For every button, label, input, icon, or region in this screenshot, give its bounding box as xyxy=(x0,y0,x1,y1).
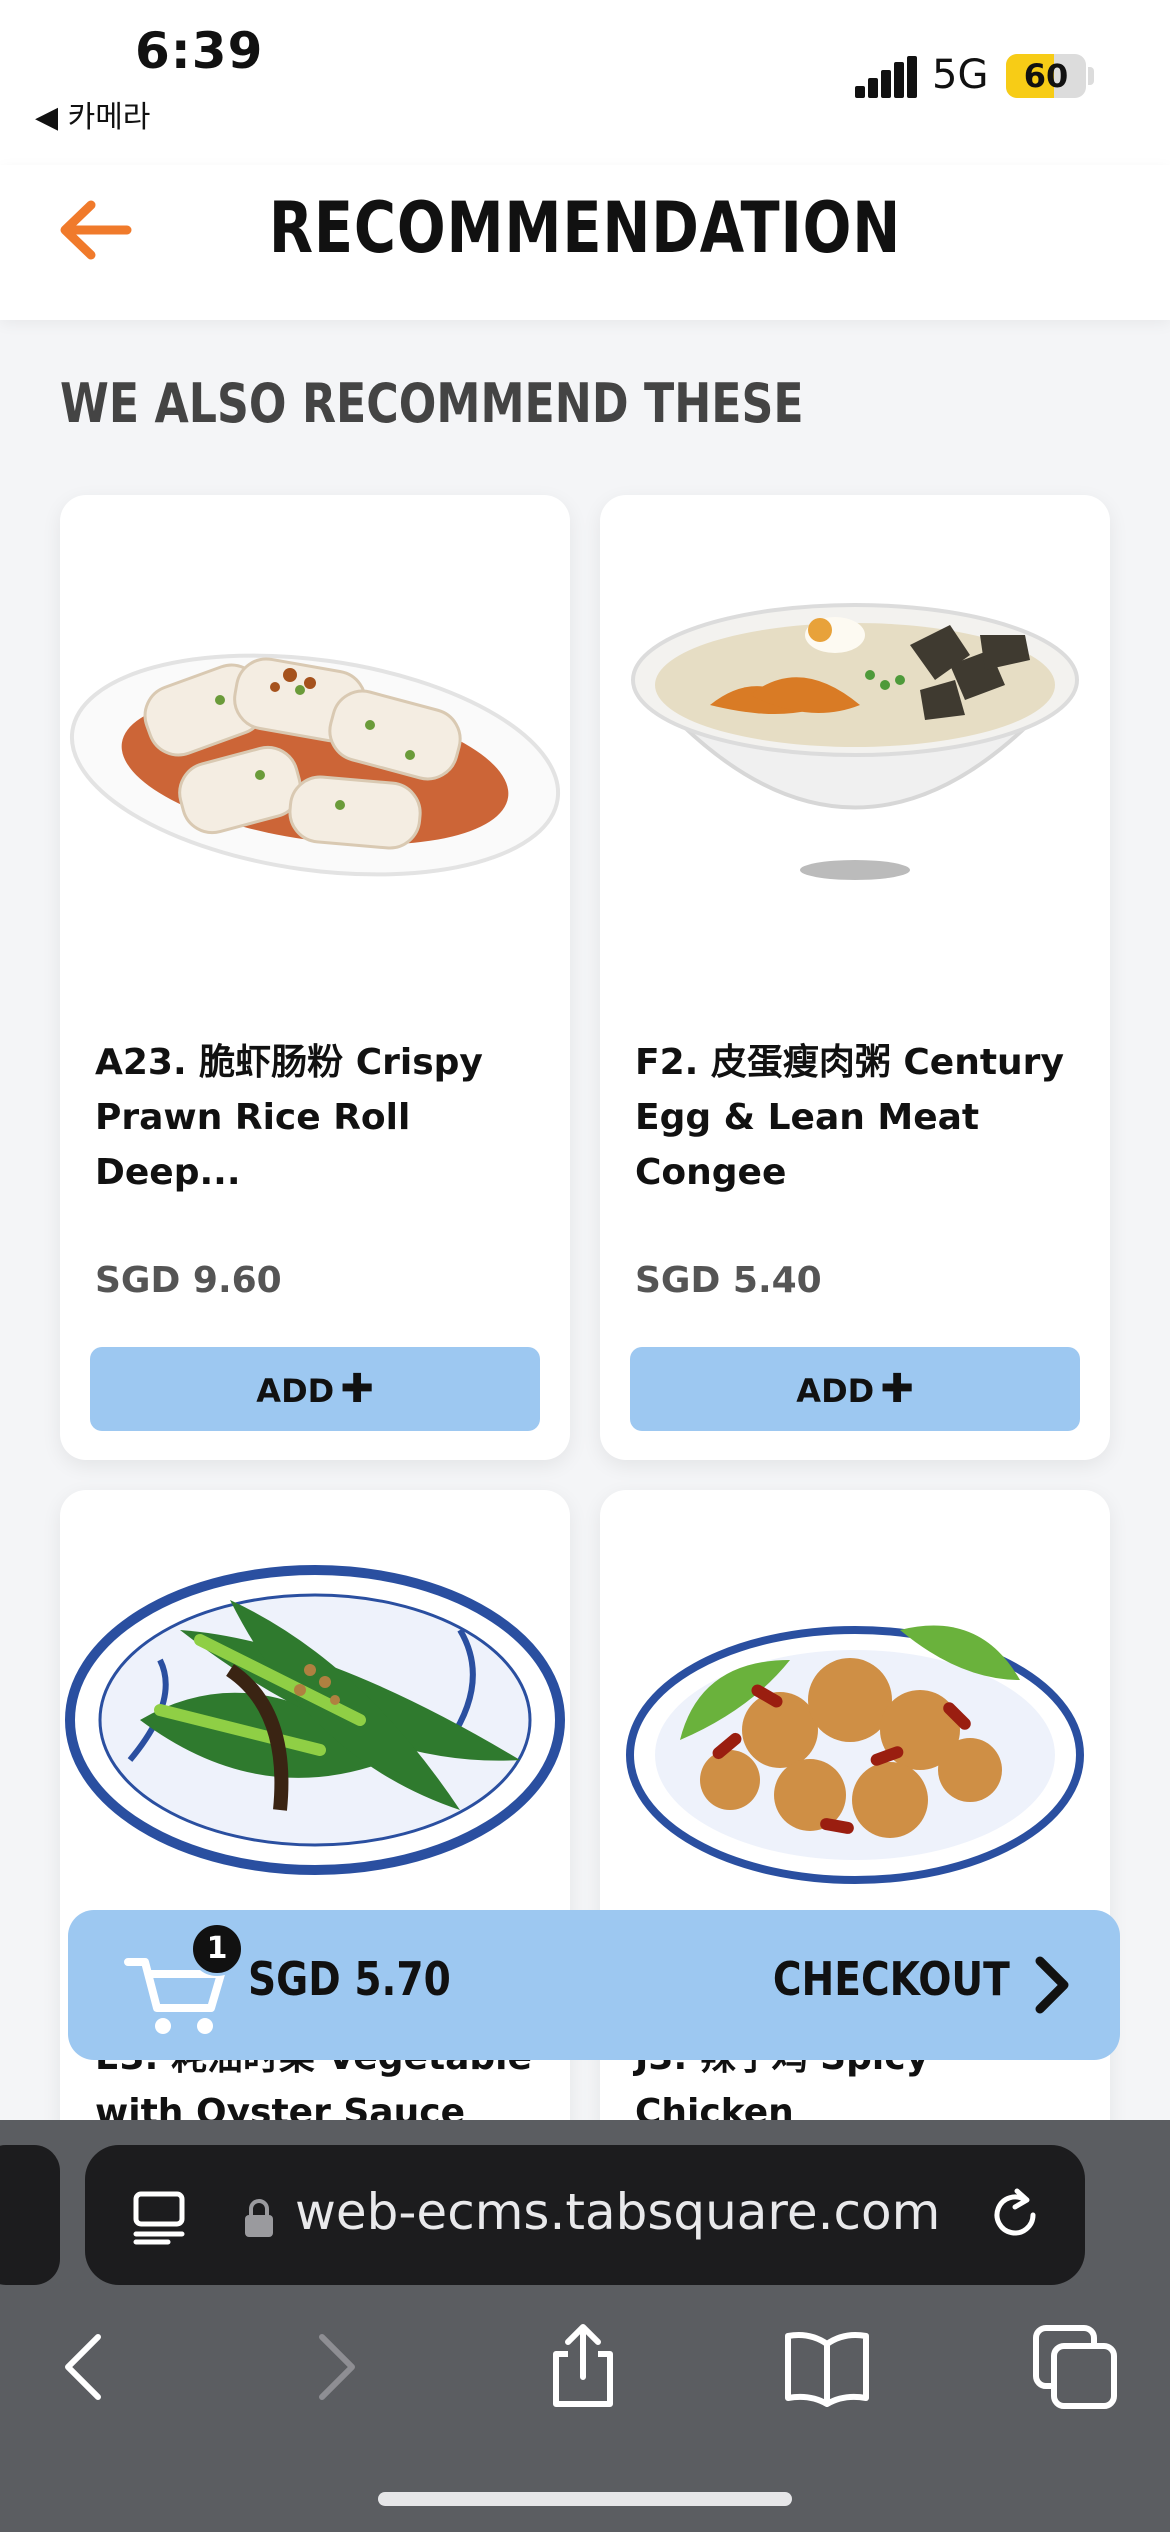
cart-count-badge: 1 xyxy=(190,1922,244,1976)
reader-icon[interactable] xyxy=(130,2190,190,2245)
battery-tip xyxy=(1088,67,1094,85)
product-name[interactable]: F2. 皮蛋瘦肉粥 Century Egg & Lean Meat Congee xyxy=(635,1035,1085,1200)
product-card[interactable]: E3. 耗油时菜 Vegetable with Oyster Sauce xyxy=(60,1490,570,2190)
checkout-bar[interactable]: 1 SGD 5.70 CHECKOUT xyxy=(68,1910,1120,2060)
back-icon[interactable] xyxy=(40,2322,130,2412)
page-title: RECOMMENDATION xyxy=(268,187,902,269)
checkout-button[interactable]: CHECKOUT xyxy=(773,1952,1010,2006)
section-title: WE ALSO RECOMMEND THESE xyxy=(60,372,804,435)
cart-total: SGD 5.70 xyxy=(248,1952,451,2006)
forward-icon[interactable] xyxy=(290,2322,380,2412)
tabs-icon[interactable] xyxy=(1030,2322,1120,2412)
status-time: 6:39 xyxy=(135,22,264,80)
product-card[interactable]: F2. 皮蛋瘦肉粥 Century Egg & Lean Meat Congee… xyxy=(600,495,1110,1460)
signal-icon xyxy=(855,56,917,98)
product-card[interactable]: A23. 脆虾肠粉 Crispy Prawn Rice Roll Deep...… xyxy=(60,495,570,1460)
home-indicator[interactable] xyxy=(378,2492,792,2506)
battery-level: 60 xyxy=(1023,57,1069,95)
product-image-spicy-chicken xyxy=(626,1625,1084,1884)
product-image-rice-roll xyxy=(69,653,561,877)
lock-icon xyxy=(245,2199,273,2237)
status-bar: 6:39 ◀ 카메라 5G 60 xyxy=(0,0,1170,165)
plus-icon: ✚ xyxy=(340,1366,374,1412)
product-price: SGD 5.40 xyxy=(635,1260,822,1301)
bookmarks-icon[interactable] xyxy=(782,2322,872,2412)
previous-tab-preview[interactable] xyxy=(0,2145,60,2285)
back-to-camera-link[interactable]: ◀ 카메라 xyxy=(35,92,150,136)
share-icon[interactable] xyxy=(538,2322,628,2412)
plus-icon: ✚ xyxy=(880,1366,914,1412)
product-price: SGD 9.60 xyxy=(95,1260,282,1301)
battery-icon: 60 xyxy=(1006,54,1086,98)
app-header: RECOMMENDATION xyxy=(0,165,1170,320)
network-label: 5G xyxy=(932,52,989,98)
product-image-vegetable xyxy=(65,1565,565,1875)
add-button[interactable]: ADD ✚ xyxy=(630,1347,1080,1431)
product-image-congee xyxy=(631,603,1079,880)
chevron-right-icon[interactable] xyxy=(1032,1955,1072,2015)
add-button-label: ADD xyxy=(256,1372,335,1410)
browser-toolbar: web-ecms.tabsquare.com xyxy=(0,2120,1170,2532)
add-button-label: ADD xyxy=(796,1372,875,1410)
add-button[interactable]: ADD ✚ xyxy=(90,1347,540,1431)
address-bar[interactable]: web-ecms.tabsquare.com xyxy=(85,2145,1085,2285)
product-name[interactable]: A23. 脆虾肠粉 Crispy Prawn Rice Roll Deep... xyxy=(95,1035,545,1200)
reload-icon[interactable] xyxy=(985,2185,1045,2245)
url-text[interactable]: web-ecms.tabsquare.com xyxy=(295,2183,940,2241)
product-card[interactable]: J3. 辣子鸡 Spicy Chicken xyxy=(600,1490,1110,2190)
